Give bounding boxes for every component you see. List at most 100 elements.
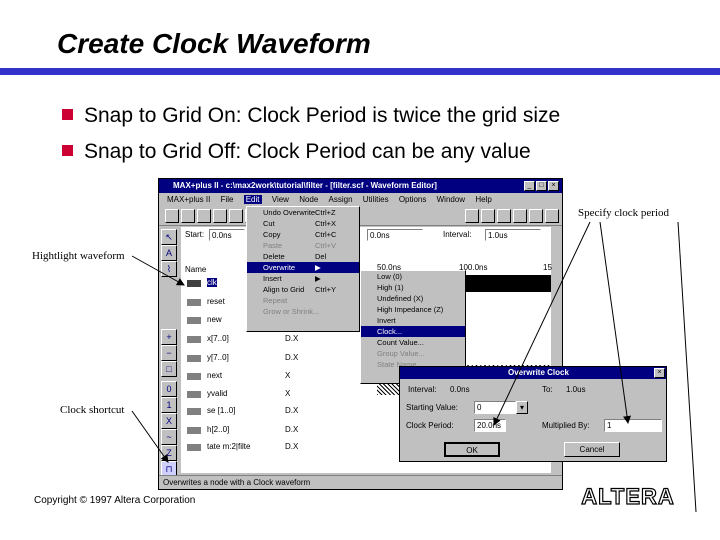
edit-menu-item[interactable]: Paste Ctrl+V (247, 240, 359, 251)
edit-menu-item[interactable]: Copy Ctrl+C (247, 229, 359, 240)
menu-node[interactable]: Node (299, 195, 318, 204)
toolbar (159, 206, 562, 226)
overwrite-menu-item[interactable]: High (1) (361, 282, 465, 293)
node-pin-icon (187, 317, 201, 324)
overwrite-menu-item[interactable]: Low (0) (361, 271, 465, 282)
edit-menu-item[interactable]: Repeat (247, 295, 359, 306)
edit-menu-item[interactable]: Undo Overwrite Ctrl+Z (247, 207, 359, 218)
undefined-x-icon[interactable]: X (161, 413, 177, 429)
fit-window-icon[interactable]: □ (161, 361, 177, 377)
menu-edit[interactable]: Edit (243, 195, 262, 204)
high-z-icon[interactable]: Z (161, 445, 177, 461)
waveform-draw-icon[interactable]: ⌇ (161, 261, 177, 277)
menu-item-shortcut: ▶ (315, 274, 321, 283)
edit-menu-item[interactable]: Grow or Shrink... (247, 306, 359, 317)
new-file-icon[interactable] (165, 209, 179, 223)
close-button[interactable]: × (548, 181, 559, 191)
menu-options[interactable]: Options (399, 195, 427, 204)
node-name[interactable]: reset (207, 297, 225, 306)
name-column-header: Name (185, 265, 207, 274)
menu-item-label: Grow or Shrink... (263, 307, 320, 316)
overwrite-menu-item[interactable]: Clock... (361, 326, 465, 337)
menu-item-label: Insert (263, 274, 282, 283)
hierarchy-icon[interactable] (465, 209, 479, 223)
text-tool-icon[interactable]: A (161, 245, 177, 261)
node-pin-icon (187, 427, 201, 434)
menu-maxplus[interactable]: MAX+plus II (167, 195, 210, 204)
menu-item-shortcut: Ctrl+Y (315, 285, 337, 294)
node-name[interactable]: y[7..0] (207, 353, 229, 362)
edit-menu: Undo Overwrite Ctrl+Z Cut Ctrl+X Copy Ctrl+C P… (246, 206, 360, 332)
invert-icon[interactable]: ~ (161, 429, 177, 445)
save-icon[interactable] (197, 209, 211, 223)
starting-value-select[interactable]: 0 (474, 401, 516, 414)
end-field[interactable]: 0.0ns (367, 229, 423, 241)
minimize-button[interactable]: _ (524, 181, 535, 191)
dialog-title: Overwrite Clock (400, 367, 666, 379)
title-rule (0, 68, 720, 75)
node-name[interactable]: clk (207, 278, 217, 287)
menu-assign[interactable]: Assign (329, 195, 353, 204)
dialog-to-label: To: (542, 385, 553, 394)
open-file-icon[interactable] (181, 209, 195, 223)
menu-item-label: Cut (263, 219, 275, 228)
node-name[interactable]: h[2..0] (207, 425, 229, 434)
edit-menu-item[interactable]: Cut Ctrl+X (247, 218, 359, 229)
edit-menu-item[interactable]: Delete Del (247, 251, 359, 262)
node-name[interactable]: tate m:2|filte (207, 442, 250, 451)
bullet-snap-off-text: Snap to Grid Off: Clock Period can be an… (84, 140, 531, 163)
overwrite-menu-item[interactable]: Count Value... (361, 337, 465, 348)
node-pin-icon (187, 336, 201, 343)
menu-file[interactable]: File (221, 195, 234, 204)
overwrite-menu-item[interactable]: Group Value... (361, 348, 465, 359)
callout-clock-shortcut: Clock shortcut (60, 404, 125, 416)
node-value: D.X (285, 353, 299, 362)
dialog-close-button[interactable]: × (654, 368, 665, 378)
start-field[interactable]: 0.0ns (209, 229, 245, 241)
node-name[interactable]: new (207, 315, 222, 324)
menu-view[interactable]: View (272, 195, 289, 204)
low-0-icon[interactable]: 0 (161, 381, 177, 397)
node-value: X (285, 389, 291, 398)
ok-button[interactable]: OK (444, 442, 500, 457)
node-pin-icon (187, 391, 201, 398)
zoom-in-icon[interactable]: + (161, 329, 177, 345)
high-1-icon[interactable]: 1 (161, 397, 177, 413)
node-value: X (285, 371, 291, 380)
floorplan-icon[interactable] (481, 209, 495, 223)
overwrite-menu-item[interactable]: Invert (361, 315, 465, 326)
menu-window[interactable]: Window (437, 195, 465, 204)
cut-icon[interactable] (229, 209, 243, 223)
menu-help[interactable]: Help (475, 195, 491, 204)
zoom-out-icon[interactable]: − (161, 345, 177, 361)
bullet-snap-off: Snap to Grid Off: Clock Period can be an… (62, 140, 531, 164)
menu-bar: MAX+plus II File Edit View Node Assign U… (159, 193, 562, 206)
overwrite-menu-item[interactable]: High Impedance (Z) (361, 304, 465, 315)
select-arrow-icon[interactable]: ↖ (161, 229, 177, 245)
edit-menu-item[interactable]: Overwrite ▶ (247, 262, 359, 273)
interval-field[interactable]: 1.0us (485, 229, 541, 241)
multiplied-by-field[interactable]: 1 (604, 419, 662, 432)
compile-icon[interactable] (497, 209, 511, 223)
edit-menu-item[interactable]: Align to Grid Ctrl+Y (247, 284, 359, 295)
menu-utilities[interactable]: Utilities (363, 195, 389, 204)
edit-menu-item[interactable]: Insert ▶ (247, 273, 359, 284)
clock-period-field[interactable]: 20.0ns (474, 419, 506, 432)
print-icon[interactable] (213, 209, 227, 223)
simulate-icon[interactable] (513, 209, 527, 223)
programmer-icon[interactable] (545, 209, 559, 223)
node-value: D.X (285, 334, 299, 343)
maximize-button[interactable]: □ (536, 181, 547, 191)
node-value: D.X (285, 406, 299, 415)
chevron-down-icon[interactable]: ▾ (516, 401, 528, 414)
node-name[interactable]: se [1..0] (207, 406, 235, 415)
cancel-button[interactable]: Cancel (564, 442, 620, 457)
node-name[interactable]: next (207, 371, 222, 380)
overwrite-menu-item[interactable]: Undefined (X) (361, 293, 465, 304)
dialog-interval-value: 0.0ns (450, 385, 470, 394)
node-name[interactable]: yvalid (207, 389, 227, 398)
node-name[interactable]: x[7..0] (207, 334, 229, 343)
timing-icon[interactable] (529, 209, 543, 223)
status-bar: Overwrites a node with a Clock waveform (159, 475, 562, 489)
altera-logo: ALTERA (576, 481, 680, 511)
